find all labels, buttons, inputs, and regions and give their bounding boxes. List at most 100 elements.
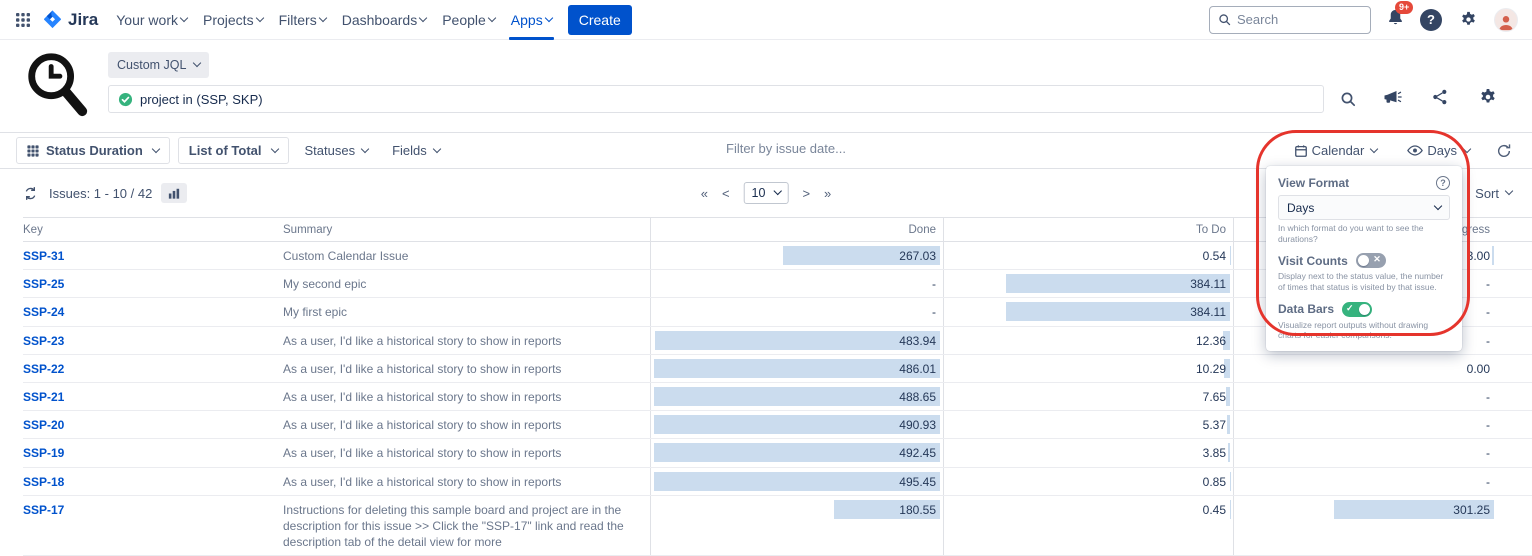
fields-filter-button[interactable]: Fields: [384, 138, 448, 163]
chevron-down-icon: [1370, 144, 1378, 152]
search-input[interactable]: [1237, 12, 1362, 27]
chevron-down-icon: [318, 13, 326, 21]
page-size-select[interactable]: 10: [744, 182, 789, 204]
refresh-icon[interactable]: [20, 183, 40, 203]
nav-people[interactable]: People: [434, 0, 503, 40]
run-search-icon[interactable]: [1336, 87, 1360, 111]
column-header-done[interactable]: Done: [650, 218, 943, 241]
duration-cell-todo: 7.65: [943, 383, 1233, 410]
data-bar: [655, 331, 940, 350]
sync-icon[interactable]: [1492, 139, 1516, 163]
announcement-icon[interactable]: [1380, 85, 1404, 109]
issue-key-link[interactable]: SSP-17: [23, 503, 64, 517]
notifications-button[interactable]: 9+: [1386, 8, 1405, 32]
last-page-button[interactable]: »: [824, 186, 831, 201]
data-bar: [654, 472, 940, 491]
chevron-down-icon: [270, 144, 278, 152]
issue-summary-cell: My second epic: [283, 270, 650, 297]
nav-projects[interactable]: Projects: [195, 0, 271, 40]
duration-value: -: [1486, 475, 1490, 489]
pagination: « < 10 > »: [701, 182, 832, 204]
duration-cell-done: -: [650, 298, 943, 325]
table-row: SSP-22As a user, I'd like a historical s…: [23, 355, 1532, 383]
issue-key-link[interactable]: SSP-20: [23, 418, 64, 432]
app-switcher-icon[interactable]: [8, 5, 38, 35]
report-settings-gear-icon[interactable]: [1476, 85, 1500, 109]
issue-key-link[interactable]: SSP-22: [23, 362, 64, 376]
share-icon[interactable]: [1428, 85, 1452, 109]
issue-summary-cell: As a user, I'd like a historical story t…: [283, 383, 650, 410]
nav-dashboards[interactable]: Dashboards: [334, 0, 435, 40]
app-logo-magnifier-icon: [22, 48, 92, 120]
duration-value: 267.03: [899, 249, 936, 263]
issue-key-cell: SSP-21: [23, 383, 283, 410]
create-button[interactable]: Create: [568, 5, 632, 35]
top-navigation: Jira Your work Projects Filters Dashboar…: [0, 0, 1532, 40]
column-header-todo[interactable]: To Do: [943, 218, 1233, 241]
duration-value: 492.45: [899, 446, 936, 460]
global-search[interactable]: [1209, 6, 1371, 34]
data-bar: [1227, 415, 1230, 434]
issue-summary-cell: As a user, I'd like a historical story t…: [283, 411, 650, 438]
help-question-icon[interactable]: ?: [1436, 176, 1450, 190]
next-page-button[interactable]: >: [802, 186, 810, 201]
view-settings-panel: View Format ? Days In which format do yo…: [1266, 166, 1462, 351]
duration-value: 10.29: [1196, 362, 1226, 376]
chevron-down-icon: [433, 144, 441, 152]
issue-key-link[interactable]: SSP-19: [23, 446, 64, 460]
calendar-icon: [1294, 144, 1308, 158]
calendar-button[interactable]: Calendar: [1286, 138, 1386, 163]
issue-date-filter-input[interactable]: [726, 141, 896, 156]
duration-value: 0.85: [1203, 475, 1226, 489]
issue-key-link[interactable]: SSP-25: [23, 277, 64, 291]
jql-input[interactable]: [140, 92, 1314, 107]
issue-key-cell: SSP-23: [23, 327, 283, 354]
chevron-down-icon: [773, 187, 781, 195]
issue-key-link[interactable]: SSP-24: [23, 305, 64, 319]
issue-key-cell: SSP-18: [23, 468, 283, 495]
avatar[interactable]: [1494, 8, 1518, 32]
chart-view-button[interactable]: [161, 183, 187, 203]
chevron-down-icon: [193, 59, 201, 67]
nav-filters[interactable]: Filters: [271, 0, 334, 40]
issue-summary-cell: As a user, I'd like a historical story t…: [283, 468, 650, 495]
visit-counts-toggle[interactable]: ✕: [1356, 253, 1386, 268]
nav-your-work[interactable]: Your work: [108, 0, 195, 40]
report-type-button[interactable]: Status Duration: [16, 137, 170, 164]
nav-apps[interactable]: Apps: [503, 0, 560, 40]
issue-key-link[interactable]: SSP-21: [23, 390, 64, 404]
jira-logo[interactable]: Jira: [38, 9, 108, 30]
visit-counts-label: Visit Counts: [1278, 254, 1348, 268]
chevron-down-icon: [1463, 144, 1471, 152]
issue-key-link[interactable]: SSP-23: [23, 334, 64, 348]
chevron-down-icon: [488, 13, 496, 21]
duration-cell-todo: 5.37: [943, 411, 1233, 438]
duration-value: 486.01: [899, 362, 936, 376]
jql-mode-button[interactable]: Custom JQL: [108, 52, 209, 78]
column-header-summary[interactable]: Summary: [283, 218, 650, 241]
settings-gear-icon[interactable]: [1457, 9, 1479, 31]
toggle-knob: [1359, 304, 1370, 315]
data-bars-toggle[interactable]: ✓: [1342, 302, 1372, 317]
view-mode-button[interactable]: List of Total: [178, 137, 289, 164]
issue-summary-cell: Instructions for deleting this sample bo…: [283, 496, 650, 556]
duration-cell-todo: 384.11: [943, 298, 1233, 325]
issue-key-link[interactable]: SSP-18: [23, 475, 64, 489]
prev-page-button[interactable]: <: [722, 186, 730, 201]
first-page-button[interactable]: «: [701, 186, 708, 201]
view-format-select[interactable]: Days: [1278, 195, 1450, 220]
duration-cell-done: 492.45: [650, 439, 943, 466]
column-header-key[interactable]: Key: [23, 218, 283, 241]
sort-button[interactable]: Sort: [1475, 186, 1512, 201]
issue-key-cell: SSP-24: [23, 298, 283, 325]
valid-check-icon: [118, 92, 133, 107]
jira-mark-icon: [42, 9, 63, 30]
issue-key-link[interactable]: SSP-31: [23, 249, 64, 263]
table-row: SSP-18 As a user, I'd like a historical s…: [23, 468, 1532, 496]
duration-value: 3.00: [1467, 249, 1490, 263]
help-button[interactable]: ?: [1420, 9, 1442, 31]
statuses-filter-button[interactable]: Statuses: [297, 138, 377, 163]
duration-value: 488.65: [899, 390, 936, 404]
view-format-days-button[interactable]: Days: [1399, 138, 1478, 163]
visit-counts-help-text: Display next to the status value, the nu…: [1278, 271, 1450, 292]
